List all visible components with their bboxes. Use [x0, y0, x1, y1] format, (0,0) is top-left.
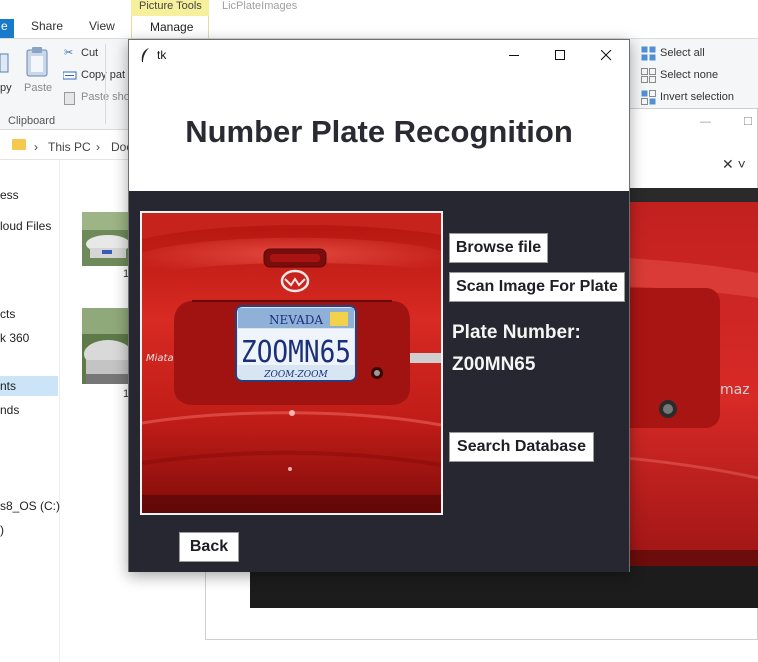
copy-path-button[interactable]: Copy pat [81, 69, 125, 81]
invert-selection-button[interactable]: Invert selection [660, 91, 734, 103]
ribbon-divider [105, 44, 106, 124]
copy-button[interactable]: py [0, 82, 12, 94]
nav-item[interactable]: ) [0, 523, 4, 537]
back-button[interactable]: Back [179, 532, 239, 562]
explorer-ribbon-tabs: e Share View Picture Tools Manage LicPla… [0, 0, 758, 38]
selected-image-preview: NEVADA ZOOMN65 ZOOM-ZOOM Miata [140, 211, 443, 515]
nav-item[interactable]: nds [0, 403, 19, 417]
plate-number-text: ZOOMN65 [241, 335, 351, 370]
invert-selection-icon [641, 90, 656, 105]
image-thumbnail[interactable] [82, 212, 130, 266]
svg-text:Miata: Miata [146, 353, 174, 364]
tk-window: tk Number Plate Recognition NEVADA ZOOMN… [128, 39, 630, 572]
tk-main-panel: NEVADA ZOOMN65 ZOOM-ZOOM Miata Browse fi… [129, 191, 629, 572]
tk-titlebar[interactable]: tk [129, 40, 629, 70]
select-all-button[interactable]: Select all [660, 47, 705, 59]
tab-view[interactable]: View [89, 19, 115, 33]
nav-item-selected[interactable]: nts [0, 376, 58, 396]
browse-file-button[interactable]: Browse file [449, 233, 548, 263]
maximize-button[interactable] [537, 44, 583, 66]
tab-manage[interactable]: Manage [131, 16, 209, 38]
paste-shortcut-icon [64, 92, 75, 105]
edit-tools-icon[interactable]: ✕ ˅ [722, 156, 746, 173]
close-button[interactable] [583, 44, 629, 66]
breadcrumb-this-pc[interactable]: This PC [48, 140, 91, 154]
cut-icon: ✂ [64, 47, 74, 59]
clipboard-group-label: Clipboard [8, 115, 56, 127]
navigation-pane: ess loud Files cts k 360 nts nds s8_OS (… [0, 160, 60, 662]
nav-item[interactable]: ess [0, 188, 19, 202]
close-icon [600, 49, 611, 60]
cut-button[interactable]: Cut [81, 47, 98, 59]
copy-icon [0, 53, 9, 73]
nav-item[interactable]: cts [0, 307, 15, 321]
maximize-icon [554, 49, 565, 60]
plate-number-label: Plate Number: [452, 322, 581, 343]
search-database-button[interactable]: Search Database [449, 432, 594, 462]
picture-tools-label: Picture Tools [131, 0, 209, 16]
page-title: Number Plate Recognition [185, 114, 573, 149]
paste-button[interactable]: Paste [24, 82, 52, 94]
select-none-icon [641, 68, 656, 83]
select-none-button[interactable]: Select none [660, 69, 718, 81]
plate-number-value: Z00MN65 [452, 354, 536, 375]
window-title: LicPlateImages [222, 0, 298, 12]
car-rear-photo: NEVADA ZOOMN65 ZOOM-ZOOM Miata [142, 213, 441, 513]
chevron-right-icon: › [34, 140, 38, 154]
copy-path-icon [63, 71, 77, 80]
tk-window-title: tk [157, 48, 167, 62]
plate-state-text: NEVADA [269, 313, 323, 327]
maximize-icon[interactable]: ☐ [743, 115, 753, 128]
svg-text:maz: maz [720, 382, 750, 398]
plate-tagline-text: ZOOM-ZOOM [263, 370, 328, 380]
nav-item[interactable]: loud Files [0, 219, 51, 233]
minimize-button[interactable] [491, 44, 537, 66]
nav-item[interactable]: s8_OS (C:) [0, 499, 60, 513]
select-all-icon [641, 46, 656, 61]
minimize-icon[interactable]: — [700, 116, 711, 128]
tab-share[interactable]: Share [31, 19, 63, 33]
scan-image-button[interactable]: Scan Image For Plate [449, 272, 625, 302]
minimize-icon [508, 54, 519, 56]
chevron-right-icon: › [96, 140, 100, 154]
image-thumbnail[interactable] [82, 308, 130, 384]
tab-file[interactable]: e [0, 19, 14, 38]
tk-feather-icon [141, 48, 149, 62]
nav-item[interactable]: k 360 [0, 331, 29, 345]
folder-icon [12, 139, 26, 150]
paste-icon [26, 47, 48, 77]
